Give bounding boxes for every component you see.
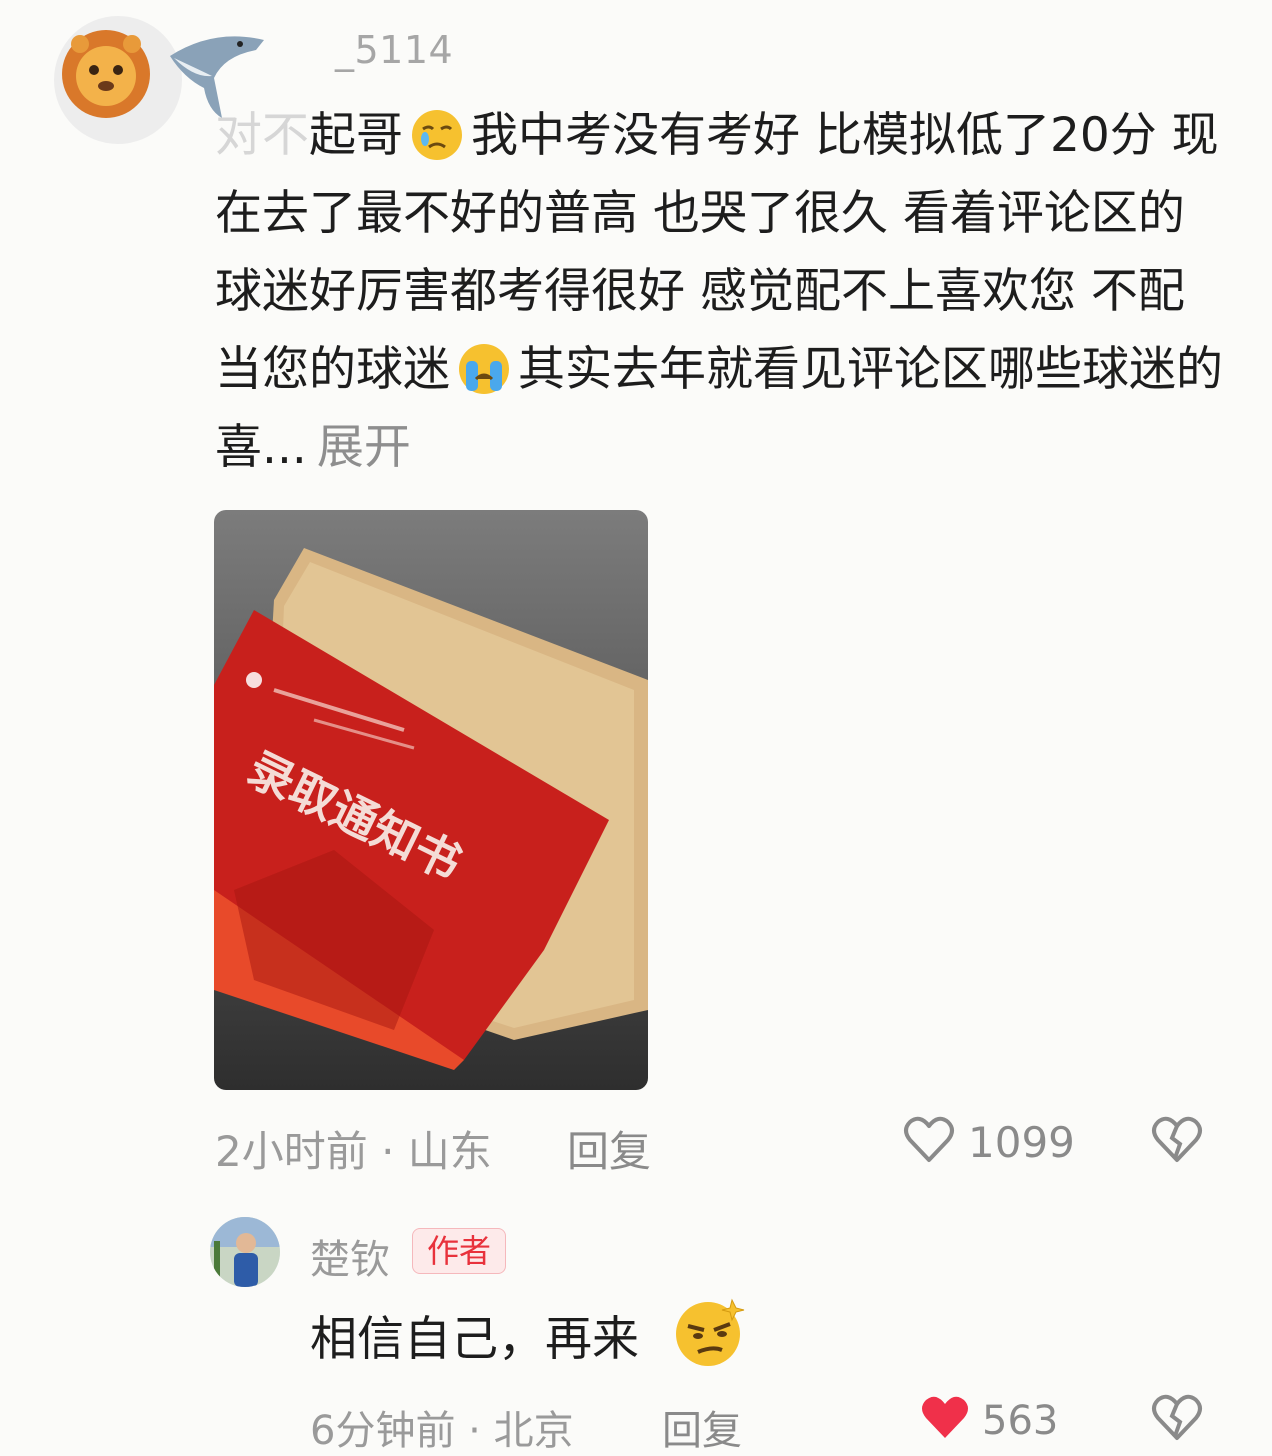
smirk-face-icon bbox=[676, 1298, 745, 1366]
sobbing-face-icon bbox=[459, 344, 509, 394]
comment-photo[interactable]: 录取通知书 bbox=[214, 510, 648, 1090]
reply-avatar[interactable] bbox=[210, 1217, 280, 1287]
reply-time-location: 6分钟前 · 北京 bbox=[310, 1408, 574, 1454]
comment-time-location: 2小时前 · 山东 bbox=[215, 1127, 492, 1176]
expand-button[interactable]: 展开 bbox=[317, 420, 411, 475]
reply-username[interactable]: 楚钦 bbox=[310, 1227, 390, 1285]
like-count: 1099 bbox=[968, 1118, 1075, 1167]
heart-outline-icon[interactable] bbox=[902, 1114, 956, 1166]
reply-reply-button[interactable]: 回复 bbox=[662, 1398, 742, 1456]
comment-text: 对不起哥 我中考没有考好 比模拟低了20分 现在去了最不好的普高 也哭了很久 看… bbox=[215, 97, 1225, 487]
comment-username[interactable]: _5114 bbox=[335, 28, 453, 72]
broken-heart-icon[interactable] bbox=[1150, 1392, 1204, 1444]
comment-text-part1: 起哥 bbox=[309, 108, 403, 163]
broken-heart-icon[interactable] bbox=[1150, 1114, 1204, 1166]
comment-text-faded: 对不 bbox=[215, 108, 309, 163]
reply-button[interactable]: 回复 bbox=[567, 1118, 651, 1179]
reply-like-count: 563 bbox=[982, 1398, 1059, 1444]
crying-face-icon bbox=[412, 110, 462, 160]
avatar[interactable] bbox=[54, 16, 182, 144]
author-badge: 作者 bbox=[412, 1228, 507, 1274]
lion-avatar-icon bbox=[62, 30, 150, 118]
heart-filled-icon[interactable] bbox=[918, 1392, 972, 1444]
reply-text: 相信自己，再来 bbox=[310, 1312, 639, 1367]
